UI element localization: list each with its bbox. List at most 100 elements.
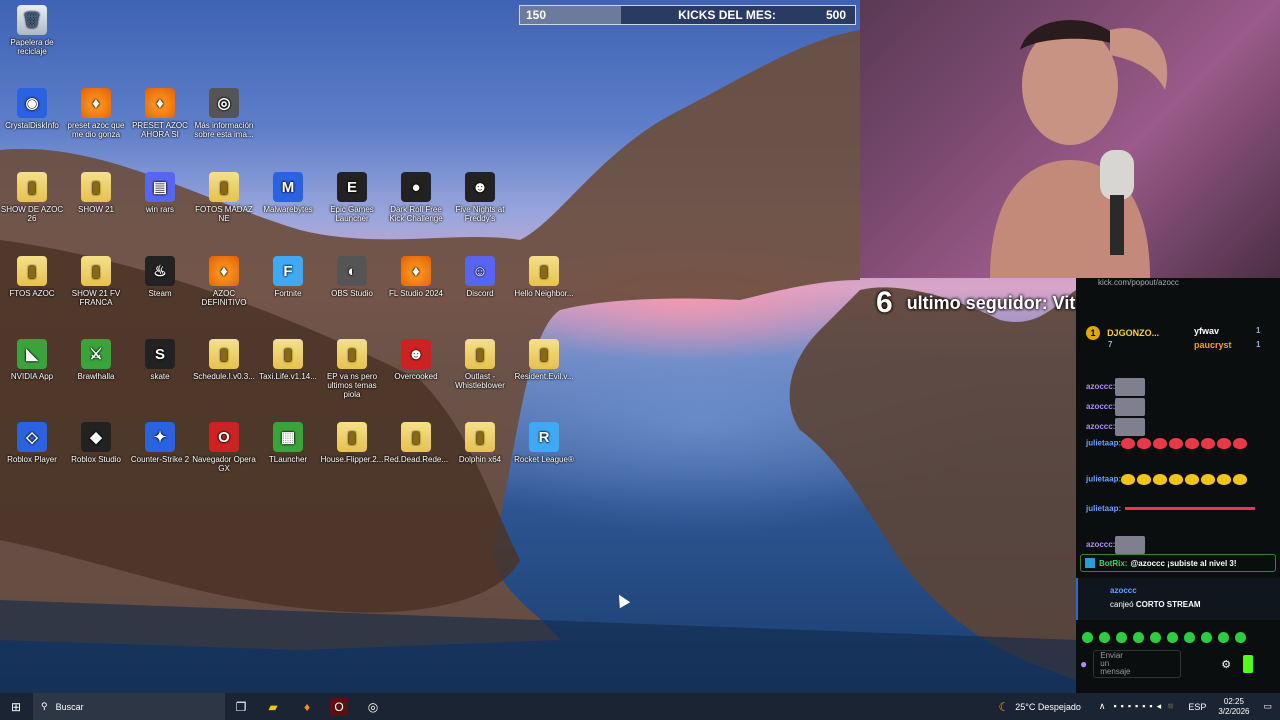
emote-picker-icon[interactable] (1167, 632, 1178, 643)
clock[interactable]: 02:25 3/2/2026 (1218, 697, 1249, 717)
desktop-icon-label: Red.Dead.Rede... (384, 455, 449, 464)
chat-username[interactable]: azoccc: (1086, 540, 1115, 549)
desktop-icon-tlauncher[interactable]: ▦ TLauncher (256, 422, 320, 464)
desktop-icon-recycle-bin[interactable]: 🗑 Papelera de reciclaje (0, 5, 64, 56)
desktop-icon-roblox-studio[interactable]: ◆ Roblox Studio (64, 422, 128, 464)
desktop-icon-folder[interactable]: ▮ SHOW DE AZOC 26 (0, 172, 64, 223)
desktop-icon-label: Brawlhalla (77, 372, 115, 381)
desktop-icon-opera-gx[interactable]: O Navegador Opera GX (192, 422, 256, 473)
emote-picker-icon[interactable] (1099, 632, 1110, 643)
desktop-icon-folder[interactable]: ▮ Schedule.I.v0.3... (192, 339, 256, 381)
desktop-icon-folder[interactable]: ▮ Red.Dead.Rede... (384, 422, 448, 464)
desktop-icon-folder[interactable]: ▮ FOTOS MADAZ NE (192, 172, 256, 223)
desktop-icon-folder[interactable]: ▮ Hello Neighbor... (512, 256, 576, 298)
emote-icon (1115, 536, 1146, 554)
desktop-icon-steam[interactable]: ♨ Steam (128, 256, 192, 298)
file-explorer-icon[interactable]: ▰ (264, 698, 282, 716)
mic-icon[interactable]: ● (1080, 657, 1087, 671)
desktop-icon-label: Malwarebytes (263, 205, 313, 214)
desktop-icon-folder[interactable]: ▮ Outlast - Whistleblower (448, 339, 512, 390)
weather-icon[interactable]: ☾ (998, 700, 1009, 714)
send-button[interactable] (1243, 655, 1254, 673)
kick-app-taskbar-icon[interactable]: ◎ (364, 698, 382, 716)
emote-picker-icon[interactable] (1116, 632, 1127, 643)
desktop-icon-label: PRESET AZOC AHORA SI (132, 121, 188, 139)
emote-picker-icon[interactable] (1184, 632, 1195, 643)
desktop-icon-info[interactable]: ◎ Más información sobre esta ima... (192, 88, 256, 139)
desktop-icon-malwarebytes[interactable]: M Malwarebytes (256, 172, 320, 214)
chat-username[interactable]: azoccc: (1086, 382, 1115, 391)
emote-picker-icon[interactable] (1235, 632, 1246, 643)
desktop-icon-label: preset azoc que me dio gonza (67, 121, 125, 139)
notification-icon[interactable]: ▭ (1263, 701, 1272, 712)
desktop-icon-label: Roblox Player (7, 455, 57, 464)
desktop-icon-epic-games[interactable]: E Epic Games Launcher (320, 172, 384, 223)
desktop-icon-label: Rocket League® (514, 455, 574, 464)
desktop-icon-label: OBS Studio (331, 289, 373, 298)
desktop-icon-folder[interactable]: ▮ Resident.Evil.v... (512, 339, 576, 381)
desktop-icon-folder[interactable]: ▮ Dolphin x64 (448, 422, 512, 464)
windows-start-icon[interactable]: ⊞ (7, 698, 25, 716)
desktop-icon-crystaldiskinfo[interactable]: ◉ CrystalDiskInfo (0, 88, 64, 130)
leader-2-name: yfwav (1194, 326, 1220, 336)
desktop-icon-folder[interactable]: ▮ FTOS AZOC (0, 256, 64, 298)
desktop-icon-fortnite[interactable]: F Fortnite (256, 256, 320, 298)
redeem-notice: azoccc canjeó CORTO STREAM (1076, 578, 1280, 620)
chat-username[interactable]: julietaap: (1086, 475, 1121, 484)
desktop-icon-fl-studio[interactable]: ♦ AZOC DEFINITIVO (192, 256, 256, 307)
desktop-icon-folder[interactable]: ▮ SHOW 21 FV FRANCA (64, 256, 128, 307)
emote-bar[interactable] (1082, 632, 1248, 643)
desktop-icon-overcooked[interactable]: ☻ Overcooked (384, 339, 448, 381)
desktop-icon-soccer-ball[interactable]: ● Dark Roll Free Kick Challenge (384, 172, 448, 223)
desktop-icon-nvidia[interactable]: ◣ NVIDIA App (0, 339, 64, 381)
desktop-icon-obs[interactable]: ◐ OBS Studio (320, 256, 384, 298)
desktop-icon-fl-studio[interactable]: ♦ preset azoc que me dio gonza (64, 88, 128, 139)
redeem-user: azoccc (1110, 586, 1137, 595)
chat-username[interactable]: azoccc: (1086, 422, 1115, 431)
folder-icon: ▮ (529, 256, 559, 286)
desktop-icon-winrar[interactable]: ▤ win rars (128, 172, 192, 214)
desktop-icon-counter-strike[interactable]: ✦ Counter-Strike 2 (128, 422, 192, 464)
desktop-icon-fnaf[interactable]: ☻ Five Nights at Freddy's (448, 172, 512, 223)
weather-text[interactable]: 25°C Despejado (1015, 702, 1081, 712)
desktop-icon-folder[interactable]: ▮ SHOW 21 (64, 172, 128, 214)
emote-icon (1201, 438, 1216, 449)
desktop-icon-folder[interactable]: ▮ House.Flipper.2... (320, 422, 384, 464)
emote-picker-icon[interactable] (1218, 632, 1229, 643)
desktop-icon-skate[interactable]: Sskate (128, 339, 192, 381)
task-view-icon[interactable]: ❐ (232, 698, 250, 716)
settings-icon[interactable]: ⚙ (1221, 658, 1231, 671)
desktop-icon-brawlhalla[interactable]: ⚔ Brawlhalla (64, 339, 128, 381)
desktop-icon-folder[interactable]: ▮ Taxi.Life.v1.14... (256, 339, 320, 381)
opera-gx-taskbar-icon[interactable]: O (330, 698, 348, 716)
chat-username[interactable]: julietaap: (1086, 439, 1121, 448)
desktop-icon-label: Roblox Studio (71, 455, 121, 464)
chat-username[interactable]: julietaap: (1086, 504, 1121, 513)
emote-picker-icon[interactable] (1133, 632, 1144, 643)
fl-studio-taskbar-icon[interactable]: ♦ (298, 698, 316, 716)
desktop-icon-fl-studio[interactable]: ♦ PRESET AZOC AHORA SI (128, 88, 192, 139)
chat-username[interactable]: azoccc: (1086, 402, 1115, 411)
chat-panel: kick.com/popout/azocc 1 DJGONZO... 7 yfw… (1076, 278, 1280, 693)
fl-studio-icon: ♦ (401, 256, 431, 286)
opera-gx-icon: O (209, 422, 239, 452)
taskbar-search[interactable]: ⚲ Buscar (33, 693, 225, 720)
desktop-icon-label: AZOC DEFINITIVO (201, 289, 247, 307)
desktop-icon-discord[interactable]: ☺ Discord (448, 256, 512, 298)
chat-message-input[interactable]: Enviar un mensaje (1093, 650, 1182, 678)
folder-icon: ▮ (337, 339, 367, 369)
language-indicator[interactable]: ESP (1188, 702, 1206, 712)
desktop-icon-label: skate (150, 372, 170, 381)
tray-icons[interactable]: ▪▪▪▪▪▪◂◾ (1113, 701, 1180, 712)
tray-chevron-icon[interactable]: ∧ (1099, 701, 1106, 712)
emote-picker-icon[interactable] (1201, 632, 1212, 643)
steam-icon: ♨ (145, 256, 175, 286)
emote-picker-icon[interactable] (1150, 632, 1161, 643)
emote-picker-icon[interactable] (1082, 632, 1093, 643)
desktop-icon-folder[interactable]: ▮ EP va ns pero ultimos temas piola (320, 339, 384, 399)
desktop-icon-roblox[interactable]: ◇ Roblox Player (0, 422, 64, 464)
desktop-icon-rocket-league[interactable]: R Rocket League® (512, 422, 576, 464)
fortnite-icon: F (273, 256, 303, 286)
desktop-icon-fl-studio[interactable]: ♦ FL Studio 2024 (384, 256, 448, 298)
crystaldiskinfo-icon: ◉ (17, 88, 47, 118)
